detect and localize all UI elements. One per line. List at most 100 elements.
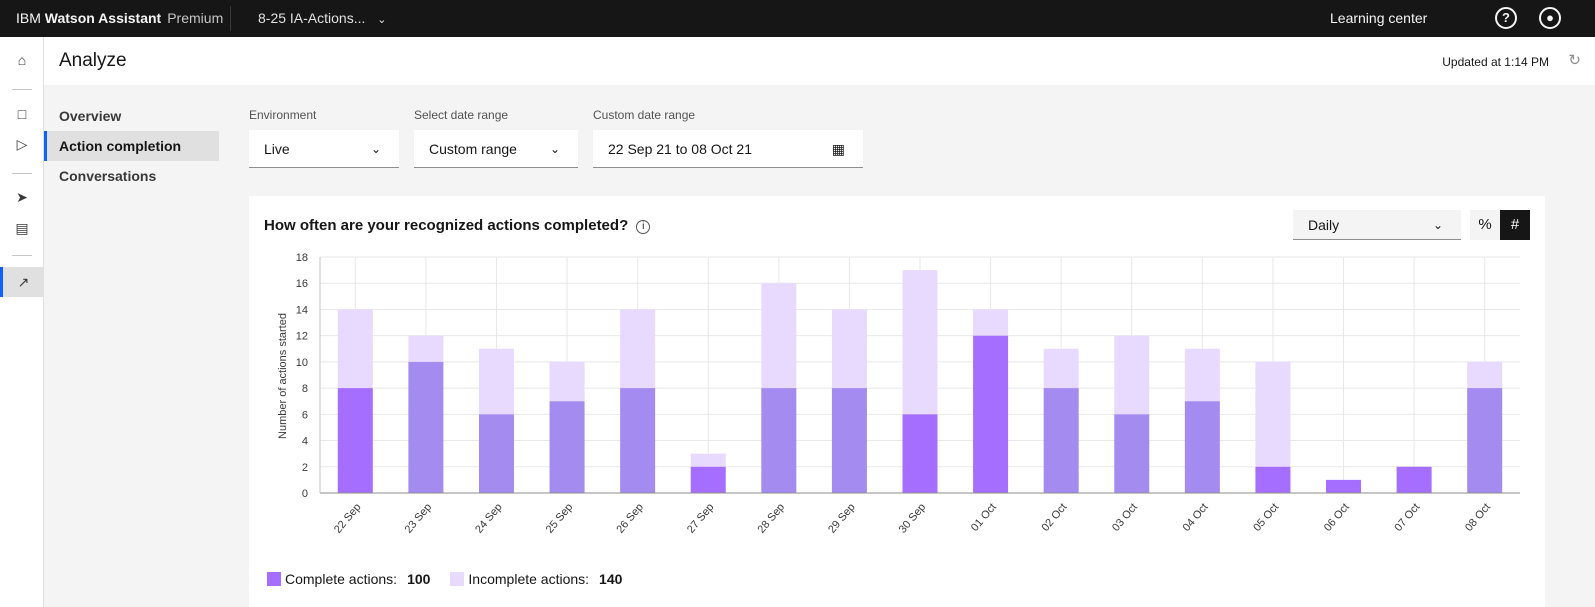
preview-play-icon[interactable]: ▷ (0, 129, 44, 159)
legend-complete-value: 100 (407, 571, 431, 587)
product-name[interactable]: IBM Watson Assistant Premium (16, 10, 223, 26)
bar-incomplete (690, 453, 726, 467)
bar-complete (337, 388, 373, 493)
bar-incomplete (1043, 348, 1079, 389)
nav-item-overview[interactable]: Overview (44, 101, 219, 131)
bar-complete (1043, 388, 1079, 493)
analyze-chart-icon[interactable]: ↗ (0, 267, 44, 297)
x-tick-label: 04 Oct (1181, 501, 1211, 534)
x-tick-label: 05 Oct (1251, 501, 1281, 534)
learning-center-link[interactable]: Learning center (1330, 10, 1427, 26)
bar-incomplete (620, 309, 656, 389)
bar-complete (761, 388, 797, 493)
bar-incomplete (761, 283, 797, 389)
y-tick-label: 4 (302, 436, 308, 448)
updated-timestamp: Updated at 1:14 PM (1442, 55, 1549, 69)
bar-complete (620, 388, 656, 493)
x-tick-label: 28 Sep (756, 501, 788, 535)
bar-incomplete (973, 309, 1009, 336)
x-tick-label: 06 Oct (1322, 501, 1352, 534)
plan-label: Premium (167, 10, 224, 26)
y-tick-label: 14 (296, 304, 308, 316)
date-range-value: Custom range (429, 141, 517, 157)
bar-incomplete (408, 335, 444, 362)
bar-incomplete (337, 309, 373, 389)
environment-value: Live (264, 141, 290, 157)
rocket-publish-icon[interactable]: ➤ (0, 182, 44, 212)
brand-ibm: IBM (16, 10, 41, 26)
environments-icon[interactable]: ▤ (0, 213, 44, 243)
bar-complete (831, 388, 867, 493)
nav-item-conversations[interactable]: Conversations (44, 161, 219, 191)
x-tick-label: 29 Sep (826, 501, 858, 535)
bar-complete (408, 361, 444, 493)
x-tick-label: 02 Oct (1039, 501, 1069, 534)
bar-complete (549, 401, 585, 493)
x-tick-label: 03 Oct (1110, 501, 1140, 534)
y-axis-label: Number of actions started (277, 313, 289, 439)
custom-date-label: Custom date range (593, 108, 696, 122)
x-tick-label: 01 Oct (969, 501, 999, 534)
bar-complete (1184, 401, 1220, 493)
page-title: Analyze (59, 50, 127, 71)
chevron-down-icon: ⌄ (377, 14, 387, 26)
y-tick-label: 8 (302, 383, 308, 395)
environment-field: Environment Live ⌄ (249, 108, 399, 168)
analyze-nav: Overview Action completion Conversations (44, 101, 219, 191)
page-header: Analyze Updated at 1:14 PM ↻ (44, 37, 1595, 85)
calendar-icon[interactable]: ▦ (832, 130, 845, 168)
y-tick-label: 0 (302, 488, 308, 500)
project-switcher[interactable]: 8-25 IA-Actions... ⌄ (258, 10, 387, 26)
bar-complete (902, 414, 938, 493)
bar-complete (1467, 388, 1503, 493)
custom-date-input[interactable]: 22 Sep 21 to 08 Oct 21 ▦ (593, 130, 863, 168)
x-tick-label: 07 Oct (1392, 501, 1422, 534)
divider (12, 173, 32, 174)
bar-incomplete (549, 361, 585, 402)
bar-incomplete (1114, 335, 1150, 415)
legend-incomplete-label: Incomplete actions: (468, 571, 590, 587)
x-tick-label: 08 Oct (1463, 501, 1493, 534)
top-bar: IBM Watson Assistant Premium 8-25 IA-Acti… (0, 0, 1595, 37)
chevron-down-icon: ⌄ (370, 142, 381, 156)
y-tick-label: 18 (296, 252, 308, 264)
x-tick-label: 26 Sep (614, 501, 646, 535)
divider (12, 89, 32, 90)
user-avatar-icon[interactable]: ● (1539, 7, 1561, 29)
side-rail: ⌂ □ ▷ ➤ ▤ ↗ (0, 37, 44, 607)
date-range-dropdown[interactable]: Custom range ⌄ (414, 130, 578, 168)
bar-complete (973, 335, 1009, 493)
legend-swatch-incomplete (450, 572, 465, 586)
action-completion-card: How often are your recognized actions co… (249, 196, 1545, 607)
chat-icon[interactable]: □ (0, 99, 44, 129)
x-tick-label: 22 Sep (332, 501, 364, 535)
refresh-icon[interactable]: ↻ (1568, 51, 1581, 69)
y-tick-label: 16 (296, 278, 308, 290)
legend-swatch-complete (267, 572, 281, 586)
x-tick-label: 27 Sep (685, 501, 717, 535)
bar-incomplete (1467, 361, 1503, 389)
bar-incomplete (478, 348, 514, 415)
nav-item-action-completion[interactable]: Action completion (44, 131, 219, 161)
bar-incomplete (1184, 348, 1220, 402)
bar-complete (478, 414, 514, 493)
bar-complete (1255, 466, 1291, 493)
environment-dropdown[interactable]: Live ⌄ (249, 130, 399, 168)
y-tick-label: 2 (302, 462, 308, 474)
date-range-label: Select date range (414, 108, 509, 122)
divider (12, 255, 32, 256)
bar-complete (1326, 479, 1362, 493)
bar-complete (1114, 414, 1150, 493)
x-tick-label: 24 Sep (473, 501, 505, 535)
legend-incomplete-value: 140 (599, 571, 623, 587)
home-icon[interactable]: ⌂ (0, 45, 44, 75)
help-icon[interactable]: ? (1495, 7, 1517, 29)
date-range-field: Select date range Custom range ⌄ (414, 108, 578, 168)
bar-complete (1396, 466, 1432, 493)
bar-complete (690, 466, 726, 493)
y-tick-label: 12 (296, 331, 308, 343)
y-tick-label: 6 (302, 409, 308, 421)
custom-date-field: Custom date range 22 Sep 21 to 08 Oct 21… (593, 108, 863, 168)
project-name: 8-25 IA-Actions... (258, 10, 366, 26)
bar-incomplete (1255, 361, 1291, 467)
